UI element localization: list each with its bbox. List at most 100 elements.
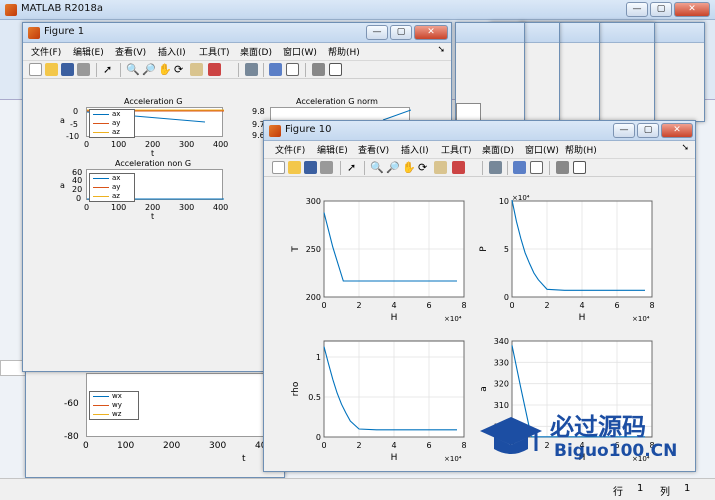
accel-non-g-ytick-2: 20 xyxy=(72,185,83,194)
x-tick-label: 4 xyxy=(579,301,584,310)
toolbar-separator xyxy=(482,161,483,175)
pointer-icon[interactable]: ➚ xyxy=(103,63,116,76)
figure1-menubar: 文件(F) 编辑(E) 查看(V) 插入(I) 工具(T) 桌面(D) 窗口(W… xyxy=(23,43,451,61)
pan-hand-icon[interactable]: ✋ xyxy=(158,63,172,76)
legend-icon[interactable] xyxy=(530,161,543,174)
colorbar-icon[interactable] xyxy=(513,161,526,174)
open-file-icon[interactable] xyxy=(288,161,301,174)
save-icon[interactable] xyxy=(304,161,317,174)
x-axis-label: H xyxy=(391,313,398,323)
y-tick-label: 5 xyxy=(504,245,509,254)
figure10-toolbar: ➚ 🔍 🔎 ✋ ⟳ xyxy=(264,159,695,177)
dock-arrow-icon[interactable]: ➘ xyxy=(681,143,689,153)
figure10-titlebar[interactable]: Figure 10 — ▢ ✕ xyxy=(264,121,695,141)
legend-item-az: az xyxy=(90,128,134,137)
accel-g-xtick-3: 300 xyxy=(179,140,195,149)
bg-figure-omega[interactable]: -60 -80 0 100 200 300 400 t wx wy wz xyxy=(25,360,285,478)
menu-desktop[interactable]: 桌面(D) xyxy=(482,143,514,156)
new-figure-icon[interactable] xyxy=(272,161,285,174)
menu-tools[interactable]: 工具(T) xyxy=(199,45,230,58)
print-icon[interactable] xyxy=(77,63,90,76)
open-file-icon[interactable] xyxy=(45,63,58,76)
figure10-maximize-button[interactable]: ▢ xyxy=(637,123,659,138)
x-tick-label: 0 xyxy=(321,301,326,310)
dock-arrow-icon[interactable]: ➘ xyxy=(437,45,445,55)
rotate-3d-icon[interactable]: ⟳ xyxy=(174,63,187,76)
maximize-button[interactable]: ▢ xyxy=(650,2,672,17)
x-tick-label: 6 xyxy=(426,301,431,310)
data-cursor-icon[interactable] xyxy=(190,63,203,76)
x-tick-label: 8 xyxy=(461,441,466,450)
toolbar-separator xyxy=(263,63,264,77)
bg-omega-xtick-0: 0 xyxy=(83,441,89,451)
menu-file[interactable]: 文件(F) xyxy=(275,143,305,156)
brush-icon[interactable] xyxy=(208,63,221,76)
accel-g-xtick-4: 400 xyxy=(213,140,229,149)
watermark-logo: 必过源码 Biguo100.CN xyxy=(480,405,690,467)
brush-icon[interactable] xyxy=(452,161,465,174)
data-cursor-icon[interactable] xyxy=(434,161,447,174)
toolbar-separator xyxy=(549,161,550,175)
figure10-axes-svg-1: 0 2 4 6 8 10 5 0 H P ×10⁴ ×10⁴ xyxy=(479,194,655,323)
zoom-in-icon[interactable]: 🔍 xyxy=(126,63,140,76)
hide-plot-tools-icon[interactable] xyxy=(312,63,325,76)
pointer-icon[interactable]: ➚ xyxy=(347,161,360,174)
colorbar-icon[interactable] xyxy=(269,63,282,76)
accel-g-ytick-2: -10 xyxy=(66,132,80,141)
menu-view[interactable]: 查看(V) xyxy=(358,143,389,156)
zoom-out-icon[interactable]: 🔎 xyxy=(386,161,400,174)
menu-file[interactable]: 文件(F) xyxy=(31,45,61,58)
accel-non-g-xtick-1: 100 xyxy=(111,203,127,212)
x-tick-label: 4 xyxy=(391,301,396,310)
save-icon[interactable] xyxy=(61,63,74,76)
menu-insert[interactable]: 插入(I) xyxy=(401,143,429,156)
zoom-in-icon[interactable]: 🔍 xyxy=(370,161,384,174)
legend-item-ax: ax xyxy=(90,174,134,183)
figure10-close-button[interactable]: ✕ xyxy=(661,123,693,138)
print-icon[interactable] xyxy=(320,161,333,174)
figure1-maximize-button[interactable]: ▢ xyxy=(390,25,412,40)
zoom-out-icon[interactable]: 🔎 xyxy=(142,63,156,76)
rotate-3d-icon[interactable]: ⟳ xyxy=(418,161,431,174)
toolbar-separator xyxy=(507,161,508,175)
new-figure-icon[interactable] xyxy=(29,63,42,76)
close-button[interactable]: ✕ xyxy=(674,2,710,17)
show-plot-tools-icon[interactable] xyxy=(573,161,586,174)
y-tick-label: 1 xyxy=(316,353,321,362)
y-tick-label: 0 xyxy=(316,433,321,442)
show-plot-tools-icon[interactable] xyxy=(329,63,342,76)
menu-view[interactable]: 查看(V) xyxy=(115,45,146,58)
bg-omega-xtick-1: 100 xyxy=(117,441,135,451)
y-tick-label: 320 xyxy=(494,380,509,389)
menu-window[interactable]: 窗口(W) xyxy=(283,45,317,58)
menu-help[interactable]: 帮助(H) xyxy=(565,143,597,156)
main-window-title: MATLAB R2018a xyxy=(21,3,104,14)
bg-figure-window-2[interactable] xyxy=(455,22,525,122)
menu-window[interactable]: 窗口(W) xyxy=(525,143,559,156)
accel-g-xlabel: t xyxy=(151,149,155,158)
figure10-minimize-button[interactable]: — xyxy=(613,123,635,138)
col-value: 1 xyxy=(684,483,691,494)
hide-plot-tools-icon[interactable] xyxy=(556,161,569,174)
pan-hand-icon[interactable]: ✋ xyxy=(402,161,416,174)
figure1-titlebar[interactable]: Figure 1 — ▢ ✕ xyxy=(23,23,451,43)
figure1-toolbar: ➚ 🔍 🔎 ✋ ⟳ xyxy=(23,61,451,79)
link-plot-icon[interactable] xyxy=(489,161,502,174)
menu-edit[interactable]: 编辑(E) xyxy=(73,45,104,58)
figure1-close-button[interactable]: ✕ xyxy=(414,25,448,40)
menu-desktop[interactable]: 桌面(D) xyxy=(240,45,272,58)
accel-g-title: Acceleration G xyxy=(124,97,183,106)
legend-icon[interactable] xyxy=(286,63,299,76)
menu-help[interactable]: 帮助(H) xyxy=(328,45,360,58)
accel-non-g-legend: ax ay az xyxy=(89,173,135,202)
x-tick-label: 0 xyxy=(321,441,326,450)
minimize-button[interactable]: — xyxy=(626,2,648,17)
menu-insert[interactable]: 插入(I) xyxy=(158,45,186,58)
menu-edit[interactable]: 编辑(E) xyxy=(317,143,348,156)
accel-g-xtick-1: 100 xyxy=(111,140,127,149)
toolbar-separator xyxy=(340,161,341,175)
link-plot-icon[interactable] xyxy=(245,63,258,76)
menu-tools[interactable]: 工具(T) xyxy=(441,143,472,156)
figure1-minimize-button[interactable]: — xyxy=(366,25,388,40)
graduation-cap-icon xyxy=(480,417,542,454)
